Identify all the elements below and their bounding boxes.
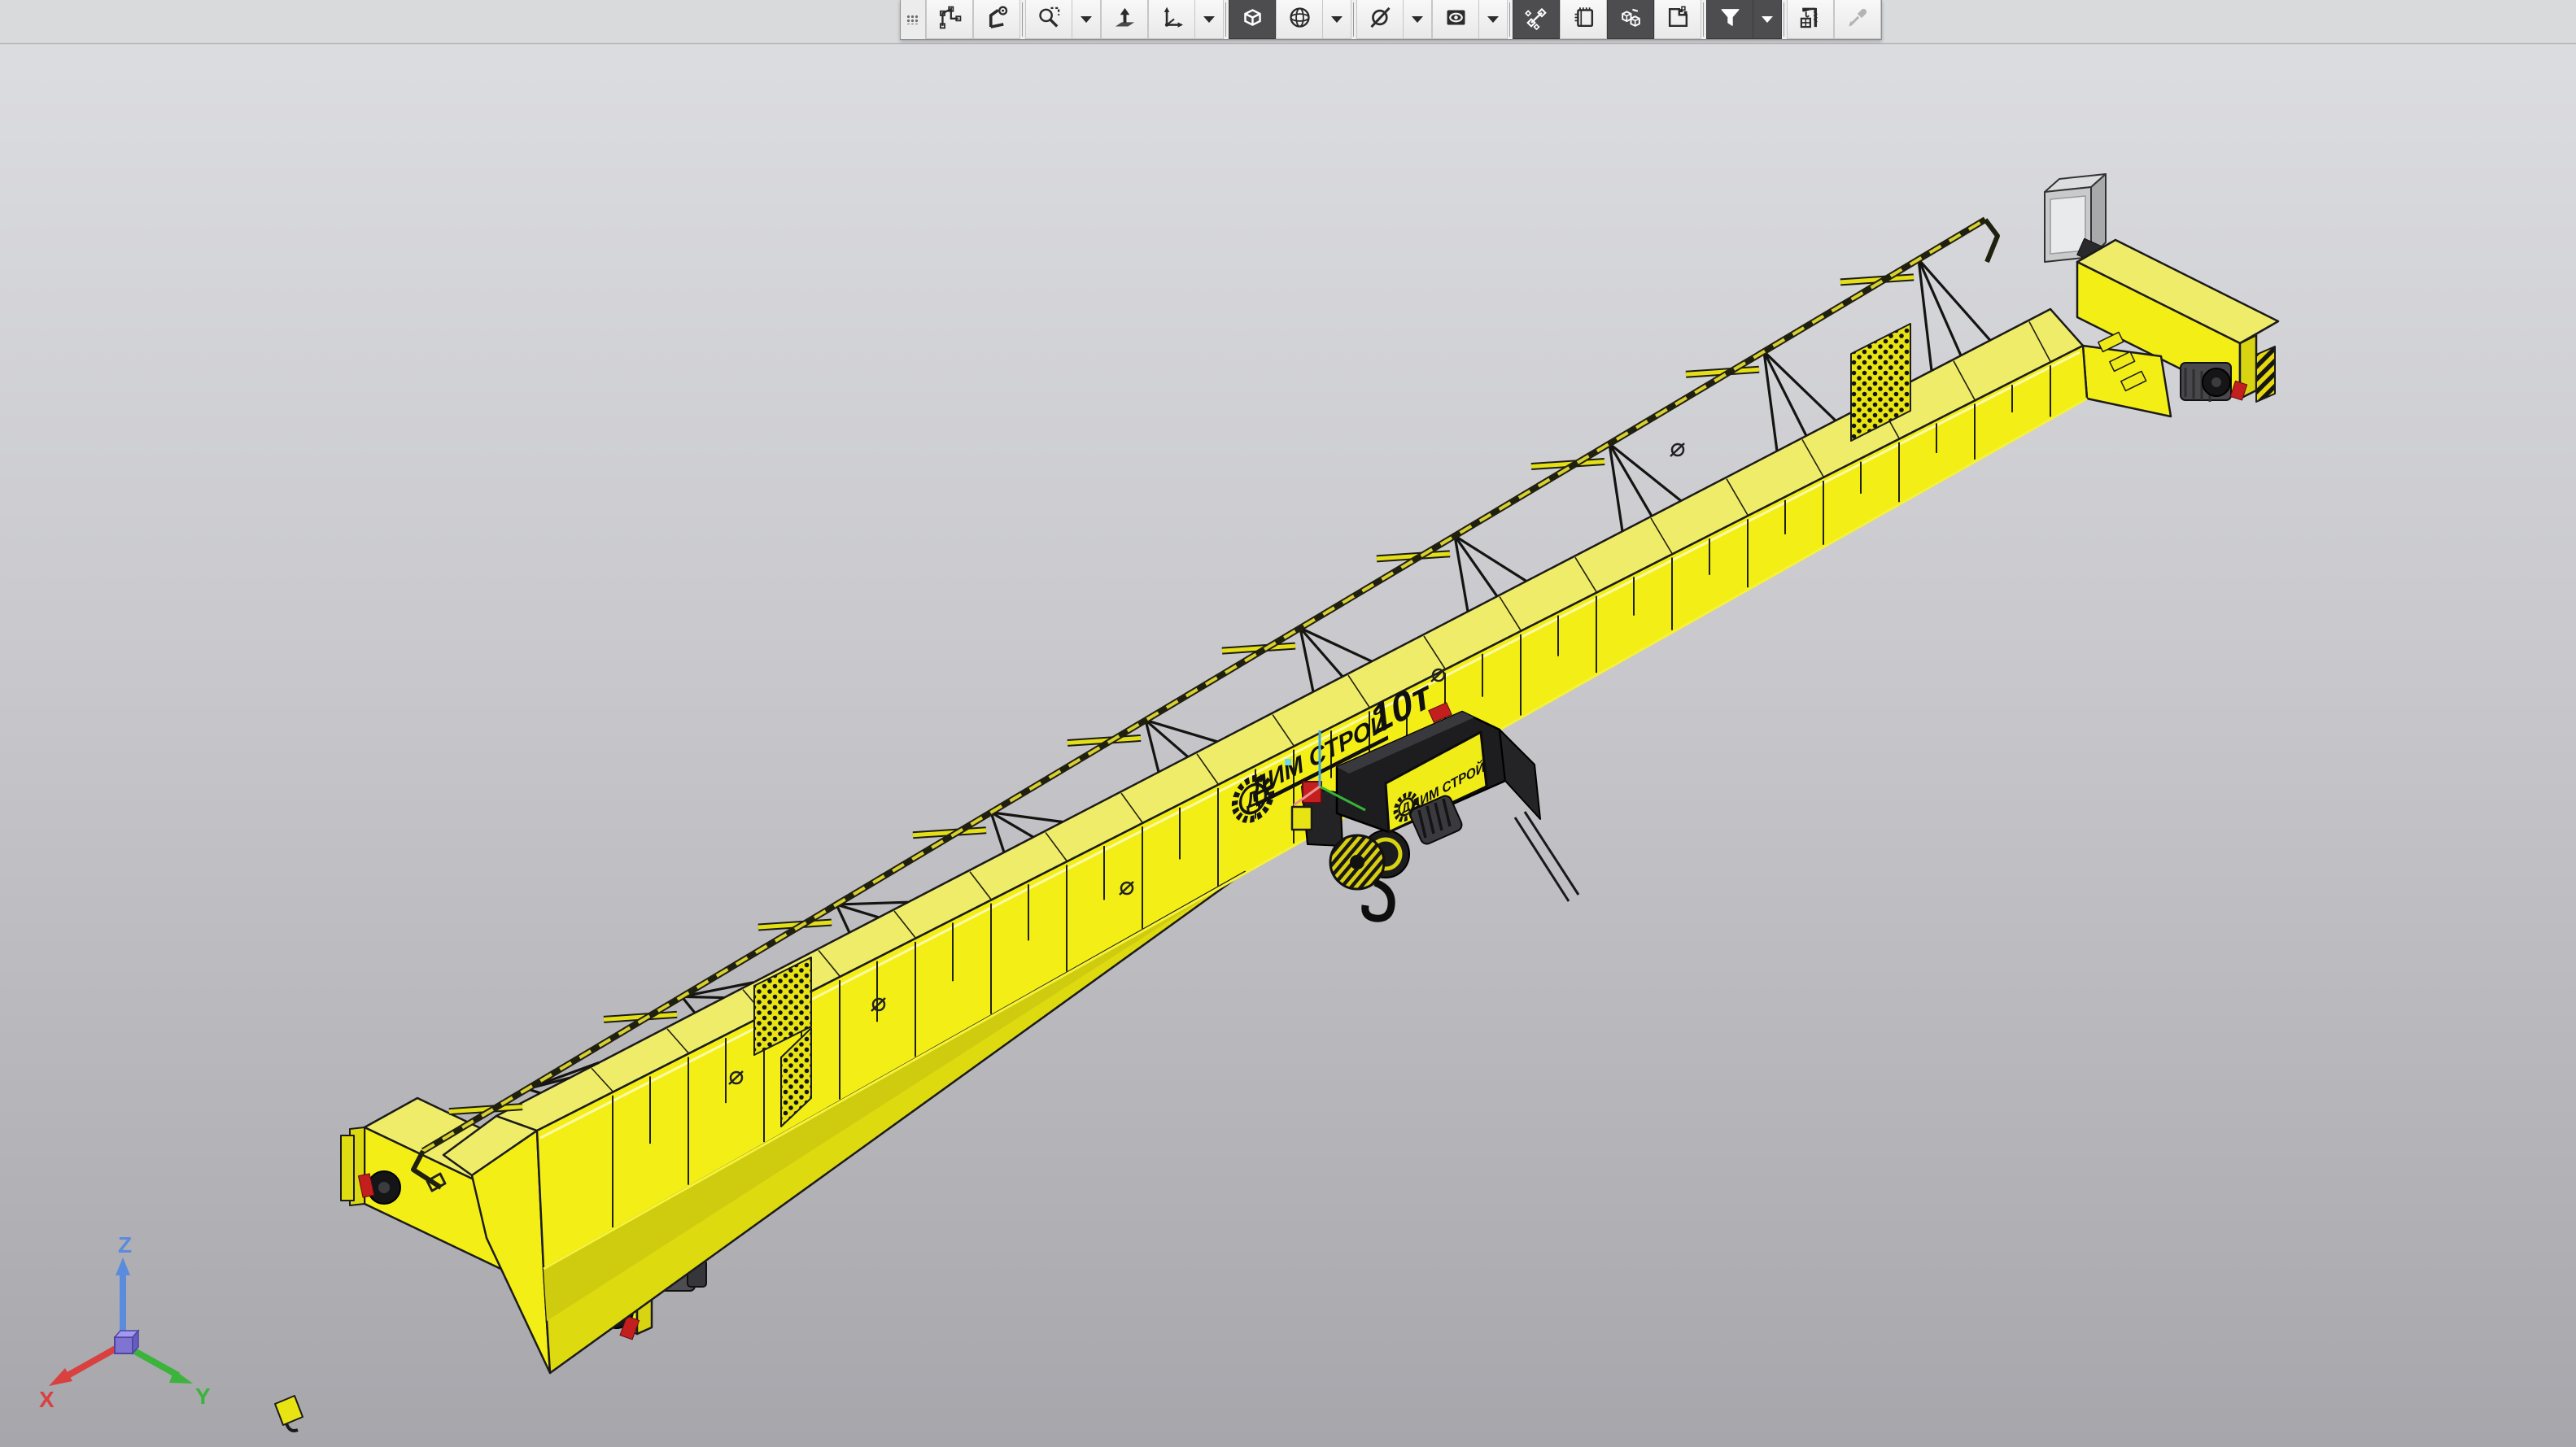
toolbar-separator [1020,0,1025,39]
sketch-place-icon [985,5,1010,34]
crane-setup-button[interactable] [1787,0,1834,39]
placement-triad-button[interactable] [1148,0,1195,39]
show-components-button[interactable] [1607,0,1654,39]
create-sketch-on-plane-button[interactable] [973,0,1020,39]
toolbar-separator [1508,0,1513,39]
eyedropper-icon [1845,5,1871,34]
chevron-down-icon [1331,16,1343,23]
scene-appearance-button[interactable] [1432,0,1479,39]
zoom-area-dropdown[interactable] [1072,0,1101,39]
sketch-icon [937,5,963,34]
toolbar-separator [1782,0,1787,39]
eye-box-icon [1443,5,1469,34]
orientation-button[interactable] [1276,0,1323,39]
report-notebook-button[interactable] [1560,0,1607,39]
notebook-icon [1571,5,1596,34]
chevron-down-icon [1081,16,1092,23]
normal-to-icon [1112,5,1137,34]
components-icon [1618,5,1644,34]
sphere-icon [1287,5,1312,34]
normal-to-button[interactable] [1101,0,1148,39]
placement-triad-dropdown[interactable] [1195,0,1224,39]
chevron-down-icon [1203,16,1215,23]
hide-objects-dropdown[interactable] [1404,0,1432,39]
zoom-area-icon [1037,5,1062,34]
selection-filter-button[interactable] [1706,0,1753,39]
triad-x-label: X [39,1387,55,1412]
selection-filter-dropdown[interactable] [1753,0,1782,39]
create-sketch-button[interactable] [926,0,973,39]
funnel-icon [1718,5,1743,34]
display-shaded-button[interactable] [1229,0,1276,39]
drag-dots-icon [906,15,919,24]
viewport-3d[interactable]: Д ДИМ СТРОЙ 10т [0,0,2576,1447]
chevron-down-icon [1412,16,1423,23]
triad-y-label: Y [195,1384,211,1409]
toolbar-separator [1351,0,1356,39]
chevron-down-icon [1762,16,1773,23]
show-endpoints-button[interactable] [1513,0,1560,39]
triad-icon [1159,5,1185,34]
scene-appearance-dropdown[interactable] [1479,0,1508,39]
section-view-button[interactable] [1654,0,1701,39]
section-corner-icon [1666,5,1691,34]
endpoints-icon [1524,5,1549,34]
cube-icon [1240,5,1265,34]
zoom-area-button[interactable] [1025,0,1072,39]
orientation-dropdown[interactable] [1323,0,1351,39]
crane-icon [1798,5,1823,34]
toolbar-drag-handle[interactable] [901,0,926,39]
triad-z-label: Z [118,1232,132,1257]
hide-icon [1368,5,1393,34]
toolbar-separator [1701,0,1706,39]
hide-objects-button[interactable] [1356,0,1404,39]
toolbar-separator [1224,0,1229,39]
application-window: Д ДИМ СТРОЙ 10т [0,0,2576,1447]
eyedropper-button [1834,0,1881,39]
quick-access-toolbar [900,0,1882,40]
chevron-down-icon [1487,16,1499,23]
